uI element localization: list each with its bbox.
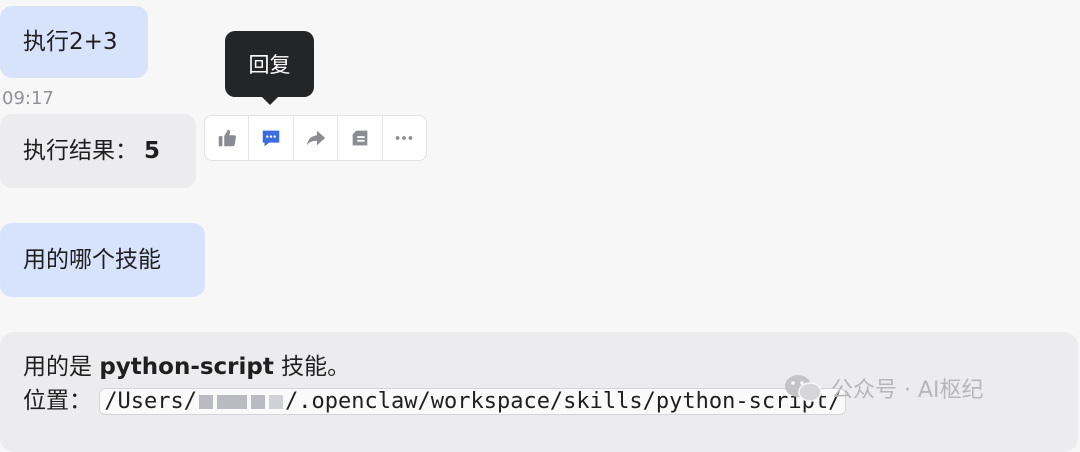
redacted-block [251, 395, 266, 409]
share-icon [306, 130, 325, 146]
message-text: 执行2+3 [23, 29, 118, 55]
timestamp: 09:17 [2, 88, 54, 109]
user-message-bubble: 用的哪个技能 [0, 223, 205, 297]
redacted-block [269, 395, 284, 409]
watermark: 公众号 · AI枢纪 [783, 372, 984, 404]
location-label: 位置： [23, 388, 92, 414]
like-button[interactable] [205, 116, 250, 160]
redacted-block [199, 395, 214, 409]
watermark-text: 公众号 · AI枢纪 [831, 378, 984, 403]
skill-path[interactable]: /Users/ /.openclaw/workspace/skills/pytho… [99, 388, 847, 415]
share-button[interactable] [294, 116, 339, 160]
path-end: /.openclaw/workspace/skills/python-scrip… [285, 389, 842, 414]
result-value: 5 [144, 138, 161, 164]
quote-icon [352, 130, 368, 146]
message-text: 用的哪个技能 [23, 247, 161, 273]
more-button[interactable] [383, 116, 426, 160]
redacted-block [217, 395, 248, 409]
message-text: 技能。 [273, 354, 351, 380]
message-text: 用的是 [23, 354, 100, 380]
reply-tooltip: 回复 [225, 31, 314, 105]
wechat-icon [785, 375, 822, 402]
path-start: /Users/ [104, 389, 198, 414]
thumb-up-icon [218, 129, 236, 147]
reply-icon [262, 130, 280, 147]
quote-button[interactable] [338, 116, 383, 160]
skill-name: python-script [99, 354, 274, 380]
bot-message-bubble: 执行结果： 5 [0, 114, 196, 188]
message-action-toolbar [204, 115, 427, 161]
user-message-bubble: 执行2+3 [0, 6, 148, 78]
reply-button[interactable] [249, 116, 294, 160]
message-text: 执行结果： [23, 138, 138, 164]
more-icon [396, 136, 413, 140]
